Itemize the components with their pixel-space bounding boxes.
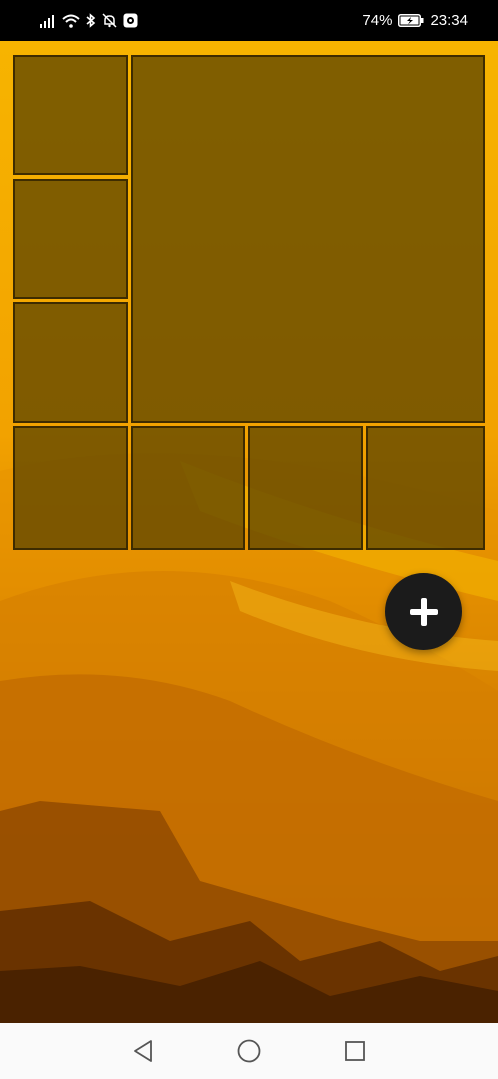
notifications-off-icon — [102, 13, 117, 28]
app-notification-icon — [123, 13, 138, 28]
status-bar: 74% 23:34 — [0, 0, 498, 41]
add-button[interactable] — [385, 573, 462, 650]
back-triangle-icon — [134, 1040, 152, 1062]
status-right: 74% 23:34 — [362, 12, 468, 29]
navigation-bar — [0, 1023, 498, 1079]
recents-square-icon — [345, 1041, 365, 1061]
widget-tile-bottom-4[interactable] — [366, 426, 485, 550]
plus-icon — [409, 597, 438, 626]
widget-tile-bottom-1[interactable] — [13, 426, 128, 550]
widget-tile-small-3[interactable] — [13, 302, 128, 423]
wifi-icon — [62, 14, 80, 28]
widget-tile-small-2[interactable] — [13, 179, 128, 299]
widget-tile-large[interactable] — [131, 55, 485, 423]
home-circle-icon — [237, 1039, 261, 1063]
recents-button[interactable] — [335, 1031, 375, 1071]
widget-tile-bottom-2[interactable] — [131, 426, 245, 550]
battery-charging-icon — [398, 14, 424, 27]
back-button[interactable] — [123, 1031, 163, 1071]
wallpaper — [0, 41, 498, 1023]
signal-icon — [40, 14, 56, 28]
clock: 23:34 — [430, 12, 468, 29]
widget-tile-bottom-3[interactable] — [248, 426, 363, 550]
home-button[interactable] — [229, 1031, 269, 1071]
widget-tile-small-1[interactable] — [13, 55, 128, 175]
battery-percent: 74% — [362, 12, 393, 29]
bluetooth-icon — [86, 13, 96, 28]
status-left — [40, 13, 138, 28]
